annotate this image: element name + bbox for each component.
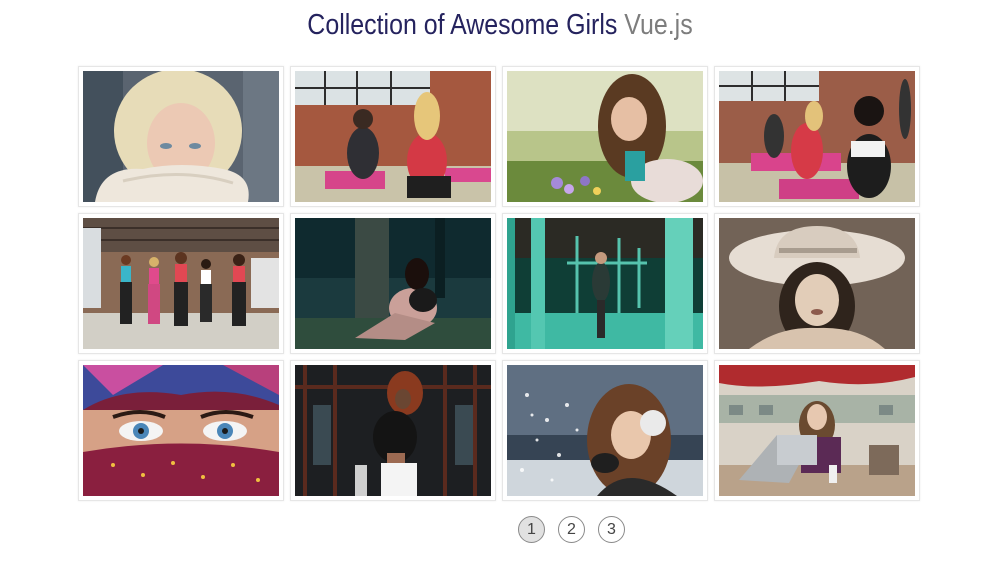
photo-gallery <box>78 66 922 501</box>
gallery-photo[interactable] <box>295 218 491 349</box>
page-1-button[interactable]: 1 <box>518 516 545 543</box>
gallery-photo[interactable] <box>83 218 279 349</box>
gallery-card[interactable] <box>714 360 920 501</box>
gallery-card[interactable] <box>290 213 496 354</box>
gallery-card[interactable] <box>502 213 708 354</box>
gallery-card[interactable] <box>502 66 708 207</box>
page-3-button[interactable]: 3 <box>598 516 625 543</box>
pagination: 1 2 3 <box>518 516 625 543</box>
gallery-photo[interactable] <box>719 365 915 496</box>
gallery-photo[interactable] <box>83 71 279 202</box>
gallery-card[interactable] <box>290 360 496 501</box>
gallery-photo[interactable] <box>507 218 703 349</box>
gallery-card[interactable] <box>714 66 920 207</box>
gallery-card[interactable] <box>290 66 496 207</box>
gallery-photo[interactable] <box>507 365 703 496</box>
gallery-photo[interactable] <box>719 71 915 202</box>
page-2-button[interactable]: 2 <box>558 516 585 543</box>
gallery-photo[interactable] <box>507 71 703 202</box>
page-title-accent: Vue.js <box>624 9 693 41</box>
page-title-main: Collection of Awesome Girls <box>307 9 618 41</box>
gallery-photo[interactable] <box>295 365 491 496</box>
gallery-photo[interactable] <box>295 71 491 202</box>
gallery-card[interactable] <box>714 213 920 354</box>
gallery-card[interactable] <box>78 213 284 354</box>
gallery-photo[interactable] <box>83 365 279 496</box>
page-title: Collection of Awesome Girls Vue.js <box>70 6 930 44</box>
gallery-photo[interactable] <box>719 218 915 349</box>
gallery-card[interactable] <box>78 66 284 207</box>
gallery-card[interactable] <box>502 360 708 501</box>
gallery-card[interactable] <box>78 360 284 501</box>
